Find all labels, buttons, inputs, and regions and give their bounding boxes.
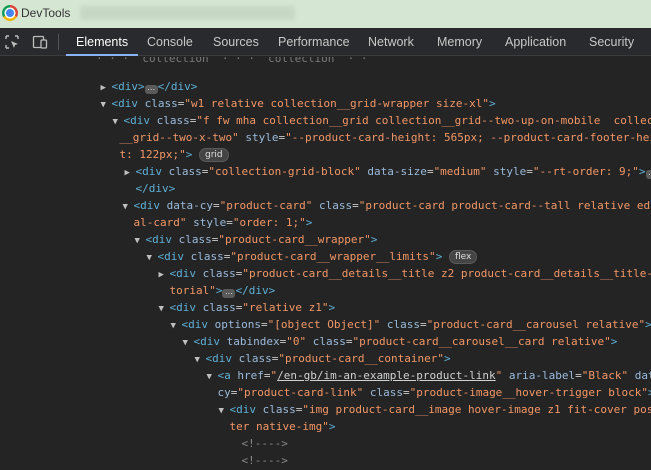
redacted-url bbox=[80, 6, 295, 20]
chrome-logo-icon bbox=[2, 5, 18, 21]
tree-node-wrap: torial">… </div> bbox=[169, 284, 276, 298]
device-toolbar-icon[interactable] bbox=[32, 34, 48, 50]
tree-node-wrap: t: 122px;"> grid bbox=[93, 129, 229, 162]
tree-node[interactable]: ▼ <div tabindex="0" class="product-card__… bbox=[156, 316, 618, 348]
tree-node-wrap: al-card" style="order: 1;"> bbox=[133, 216, 313, 229]
tree-node[interactable]: ▼ <div class="w1 relative collection__gri… bbox=[74, 78, 496, 110]
tree-node[interactable]: ▶ <div class="collection-grid-block" data… bbox=[98, 146, 651, 179]
comment-node[interactable]: <!----> bbox=[215, 418, 288, 450]
tree-node-wrap: ter native-img"> bbox=[229, 420, 336, 433]
ellipsis-icon[interactable]: … bbox=[645, 169, 651, 179]
title-bar: DevTools bbox=[0, 0, 651, 28]
tree-node[interactable]: ▼ <div data-cy="product-card" class="prod… bbox=[96, 180, 651, 212]
devtools-tab-bar: Elements Console Sources Performance Net… bbox=[0, 28, 651, 56]
tree-node[interactable]: ▼ <div class="relative z1"> bbox=[132, 282, 336, 314]
toolbar-divider bbox=[58, 34, 59, 50]
tree-node[interactable]: ▼ <div class="product-card__wrapper__limi… bbox=[120, 231, 478, 264]
tree-node[interactable]: ▼ <div class="product-card__container"> bbox=[168, 333, 451, 365]
tree-node[interactable]: ▼ <div class="product-card__wrapper"> bbox=[108, 214, 378, 246]
tree-node-wrap: cy="product-card-link" class="product-im… bbox=[217, 386, 651, 399]
tab-sources[interactable]: Sources bbox=[213, 28, 259, 56]
tab-elements[interactable]: Elements bbox=[65, 28, 139, 56]
tab-network[interactable]: Network bbox=[368, 28, 414, 56]
tab-console[interactable]: Console bbox=[147, 28, 193, 56]
tree-node[interactable]: ▼ <div class="f fw mha collection__grid c… bbox=[86, 95, 651, 127]
elements-tree: · · · collection · · · collection · · ▶ <… bbox=[0, 57, 651, 470]
comment-node[interactable]: <!----> bbox=[215, 452, 288, 469]
tree-node[interactable]: ▶ <div class="product-card__details__titl… bbox=[132, 248, 651, 280]
tab-security[interactable]: Security bbox=[589, 28, 634, 56]
inspect-element-icon[interactable] bbox=[4, 34, 20, 50]
comment-node[interactable]: <!----> bbox=[215, 435, 288, 467]
tree-node[interactable]: ▼ <div class="img product-card__image hov… bbox=[192, 384, 651, 416]
tab-memory[interactable]: Memory bbox=[437, 28, 482, 56]
tree-node-wrap: __grid--two-x-two" style="--product-card… bbox=[119, 131, 651, 144]
tab-performance[interactable]: Performance bbox=[278, 28, 350, 56]
tree-node[interactable]: ▼ <div options="[object Object]" class="p… bbox=[144, 299, 651, 331]
window-title: DevTools bbox=[21, 6, 71, 20]
tab-application[interactable]: Application bbox=[505, 28, 566, 56]
tree-node[interactable]: ▶ <div>… </div> bbox=[74, 61, 197, 94]
tree-node[interactable]: </div> bbox=[109, 163, 176, 195]
tree-node[interactable]: ▼ <a href="/en-gb/im-an-example-product-l… bbox=[180, 350, 651, 382]
